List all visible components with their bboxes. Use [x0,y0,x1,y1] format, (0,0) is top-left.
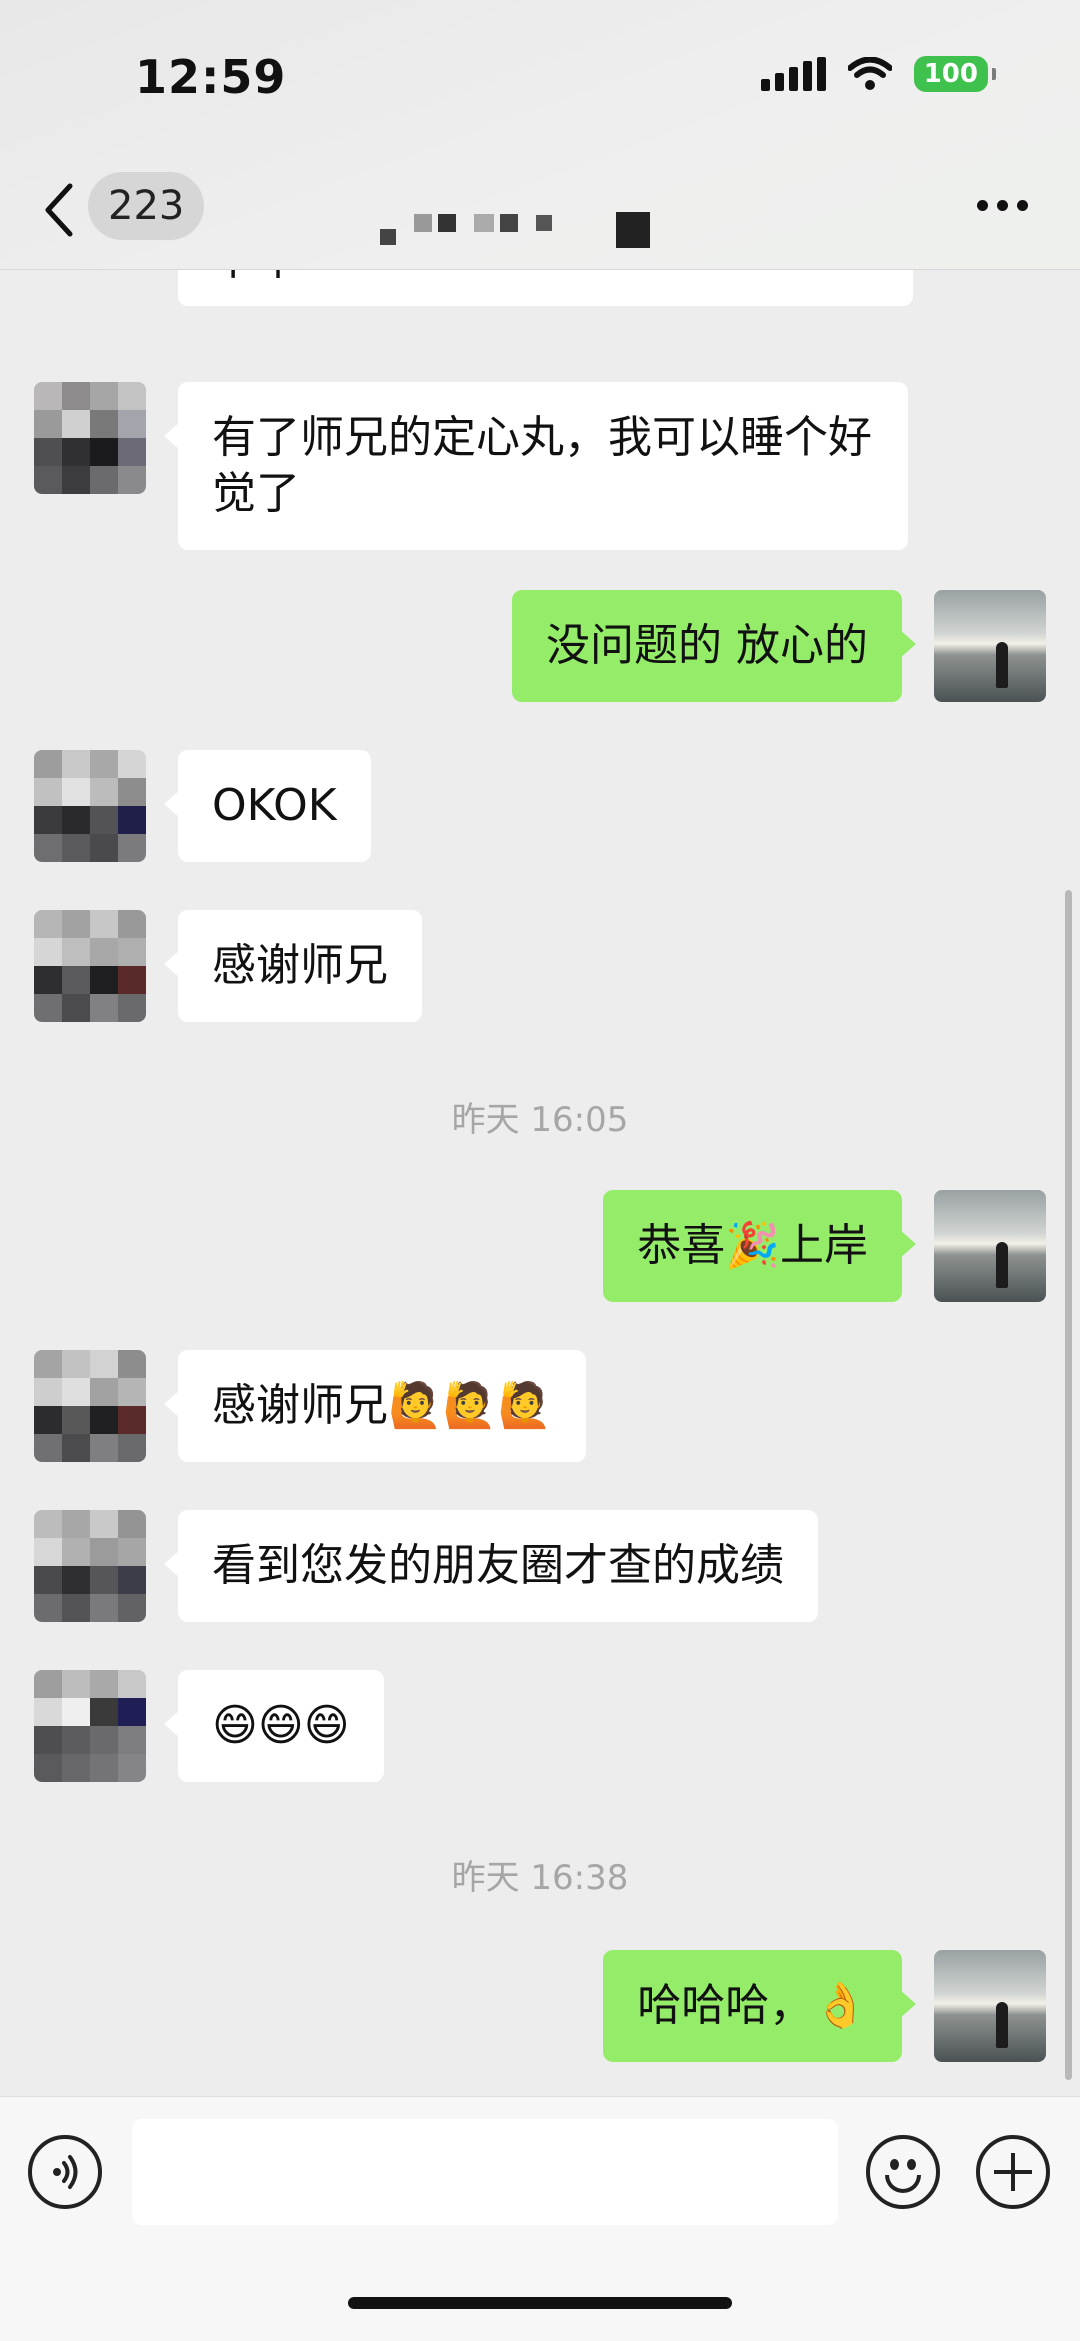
message-bubble[interactable]: 😄😄😄 [164,1670,384,1782]
chat-title-redacted [380,198,650,248]
message-row: 感谢师兄🙋🙋🙋 [34,1350,587,1462]
message-row: 哈哈哈，👌 [603,1950,1046,2062]
message-row: 😄😄😄 [34,1670,384,1782]
avatar[interactable] [34,1670,146,1782]
home-indicator[interactable] [348,2297,732,2309]
avatar[interactable] [934,1950,1046,2062]
message-row: 恭喜🎉上岸 [603,1190,1046,1302]
emoji-eye-left [890,2159,899,2170]
signal-icon [760,57,826,91]
avatar[interactable] [934,1190,1046,1302]
avatar[interactable] [34,1350,146,1462]
avatar[interactable] [34,382,146,494]
wifi-icon [847,57,892,90]
message-row: OKOK [34,750,371,862]
avatar[interactable] [34,750,146,862]
scrollbar[interactable] [1065,890,1072,2080]
avatar[interactable] [34,910,146,1022]
message-row: 感谢师兄 [34,910,422,1022]
status-time: 12:59 [135,50,287,104]
battery-indicator: 100 [913,56,997,92]
plus-icon[interactable] [976,2135,1050,2209]
more-dots-icon[interactable] [977,200,1028,211]
status-icons: 100 [760,56,997,92]
message-row: 有了师兄的定心丸，我可以睡个好觉了 [34,382,908,550]
voice-waves-icon [53,2155,78,2189]
message-bubble-partial: 下午 [178,270,913,306]
message-row: 看到您发的朋友圈才查的成绩 [34,1510,818,1622]
input-bar [0,2096,1080,2341]
message-list[interactable]: 下午 有了师兄的定心丸，我可以睡个好觉了 没问题的 放心的 OKOK [0,270,1080,2096]
avatar[interactable] [934,590,1046,702]
top-bar: 12:59 100 223 [0,0,1080,270]
message-input[interactable] [132,2119,838,2225]
voice-icon[interactable] [28,2135,102,2209]
chevron-left-icon[interactable] [40,180,80,240]
message-bubble[interactable]: 有了师兄的定心丸，我可以睡个好觉了 [164,382,908,550]
message-bubble[interactable]: 感谢师兄🙋🙋🙋 [163,1350,587,1462]
message-bubble[interactable]: 感谢师兄 [164,910,422,1022]
timestamp: 昨天 16:38 [451,1858,629,1898]
timestamp: 昨天 16:05 [451,1100,629,1140]
message-bubble[interactable]: 恭喜🎉上岸 [603,1190,916,1302]
emoji-eye-right [907,2159,916,2170]
emoji-mouth [885,2175,921,2193]
message-bubble[interactable]: 没问题的 放心的 [512,590,916,702]
message-bubble[interactable]: 哈哈哈，👌 [603,1950,916,2062]
unread-count-badge[interactable]: 223 [88,172,205,240]
emoji-icon[interactable] [866,2135,940,2209]
message-bubble[interactable]: OKOK [164,750,371,862]
message-bubble[interactable]: 看到您发的朋友圈才查的成绩 [164,1510,818,1622]
avatar[interactable] [34,1510,146,1622]
message-row: 没问题的 放心的 [512,590,1046,702]
